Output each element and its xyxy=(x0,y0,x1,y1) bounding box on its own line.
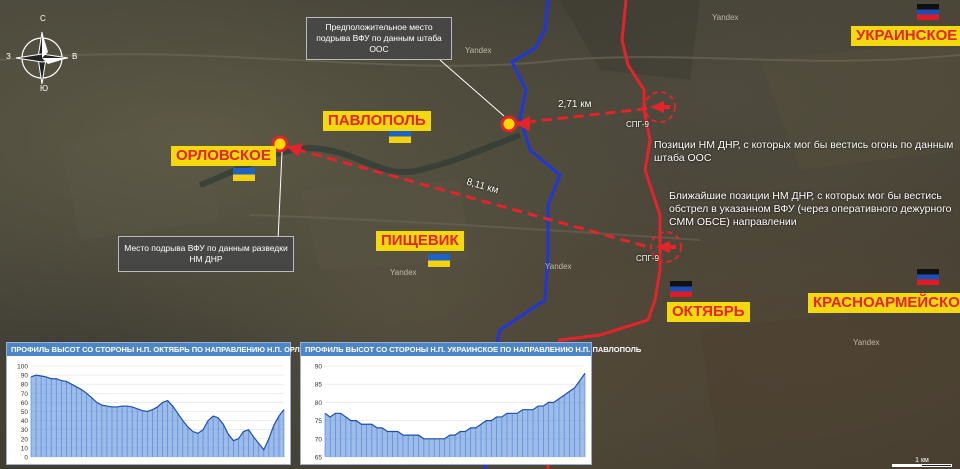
compass-icon xyxy=(15,31,69,85)
callout-leader xyxy=(439,59,505,117)
explosion-marker-oos xyxy=(500,115,518,133)
y-tick-label: 60 xyxy=(21,400,29,407)
y-tick-label: 80 xyxy=(21,382,29,389)
flag-dnr xyxy=(917,4,939,20)
y-tick-label: 85 xyxy=(315,382,323,389)
watermark: Yandex xyxy=(390,268,417,277)
scale-bar-graphic xyxy=(892,464,952,467)
town-label-oktyabr: ОКТЯБРЬ xyxy=(667,302,750,322)
elevation-chart-2: 65 70 75 80 85 90 xyxy=(315,364,586,462)
callout-oos-explosion: Предположительное место подрыва ВФУ по д… xyxy=(306,17,452,60)
field xyxy=(700,300,960,469)
elevation-chart-1: 0 10 20 30 40 50 60 70 80 90 100 xyxy=(17,364,285,462)
annotation-oos-positions: Позиции НМ ДНР, с которых мог бы вестись… xyxy=(654,139,954,164)
map-canvas[interactable]: С Ю З В Yandex Yandex Yandex Yandex Yand… xyxy=(0,0,960,469)
elevation-profile-panel-2: ПРОФИЛЬ ВЫСОТ СО СТОРОНЫ Н.П. УКРАИНСКОЕ… xyxy=(300,342,641,465)
y-tick-label: 20 xyxy=(21,436,29,443)
flag-ukraine xyxy=(428,254,450,267)
y-tick-label: 70 xyxy=(21,391,29,398)
weapon-label: СПГ-9 xyxy=(626,120,649,129)
town-label-pishchevik: ПИЩЕВИК xyxy=(376,231,464,251)
town-label-ukrainskoe: УКРАИНСКОЕ xyxy=(851,26,960,46)
elevation-profile-panel-1: ПРОФИЛЬ ВЫСОТ СО СТОРОНЫ Н.П. ОКТЯБРЬ ПО… xyxy=(6,342,332,465)
spg-icon xyxy=(650,101,670,113)
y-tick-label: 80 xyxy=(315,400,323,407)
compass-rose: С Ю З В xyxy=(6,14,78,94)
flag-ukraine xyxy=(233,168,255,181)
chart-title: ПРОФИЛЬ ВЫСОТ СО СТОРОНЫ Н.П. ОКТЯБРЬ ПО… xyxy=(7,343,332,356)
town-label-krasnoarmeyskoe: КРАСНОАРМЕЙСКОЕ xyxy=(808,293,960,313)
y-tick-label: 75 xyxy=(315,418,323,425)
y-tick-label: 50 xyxy=(21,409,29,416)
compass-west: З xyxy=(6,52,11,61)
elevation-area xyxy=(325,373,585,457)
compass-north: С xyxy=(40,14,46,23)
scale-bar: 1 км xyxy=(892,457,952,467)
watermark: Yandex xyxy=(465,46,492,55)
chart-title: ПРОФИЛЬ ВЫСОТ СО СТОРОНЫ Н.П. УКРАИНСКОЕ… xyxy=(301,343,641,356)
watermark: Yandex xyxy=(712,13,739,22)
compass-east: В xyxy=(72,52,78,61)
y-tick-label: 90 xyxy=(21,373,29,380)
field xyxy=(60,120,220,240)
flag-dnr xyxy=(917,269,939,285)
callout-leader xyxy=(277,151,283,241)
flag-dnr xyxy=(670,281,692,297)
weapon-label: СПГ-9 xyxy=(636,254,659,263)
compass-south: Ю xyxy=(40,84,49,93)
distance-label: 2,71 км xyxy=(558,99,592,110)
annotation-nearest-positions: Ближайшие позиции НМ ДНР, с которых мог … xyxy=(669,190,952,228)
y-tick-label: 30 xyxy=(21,427,29,434)
y-tick-label: 10 xyxy=(21,445,29,452)
town-label-pavlopol: ПАВЛОПОЛЬ xyxy=(323,111,431,131)
y-tick-label: 40 xyxy=(21,418,29,425)
callout-dnr-explosion: Место подрыва ВФУ по данным разведки НМ … xyxy=(118,236,294,272)
y-tick-label: 90 xyxy=(315,364,323,371)
watermark: Yandex xyxy=(545,262,572,271)
town-label-orlovskoe: ОРЛОВСКОЕ xyxy=(171,146,276,166)
y-tick-label: 70 xyxy=(315,436,323,443)
y-tick-label: 100 xyxy=(17,364,28,371)
flag-ukraine xyxy=(389,130,411,143)
scale-label: 1 км xyxy=(915,457,929,464)
y-tick-label: 0 xyxy=(24,455,28,462)
watermark: Yandex xyxy=(853,338,880,347)
y-tick-label: 65 xyxy=(315,455,323,462)
elevation-area xyxy=(31,375,284,457)
